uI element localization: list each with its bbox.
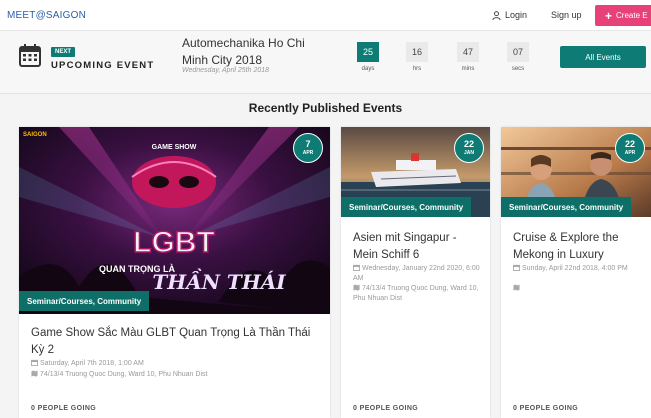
- event-address-text: 74/13/4 Truong Quoc Dung, Ward 10, Phu N…: [353, 285, 479, 302]
- countdown-minutes-value: 47: [457, 42, 479, 62]
- poster-big-text: LGBT: [133, 226, 215, 259]
- poster-show-text: GAME SHOW: [152, 144, 197, 151]
- people-going: 0 PEOPLE GOING: [513, 405, 579, 412]
- upcoming-event-label: UPCOMING EVENT: [51, 60, 155, 71]
- event-title[interactable]: Asien mit Singapur - Mein Schiff 6: [353, 230, 481, 264]
- countdown-hours-unit: hrs: [412, 66, 422, 72]
- map-icon: [31, 370, 38, 377]
- countdown-hours: 16 hrs: [406, 42, 428, 72]
- signup-link[interactable]: Sign up: [551, 10, 582, 20]
- upcoming-event-date: Wednesday, April 25th 2018: [182, 67, 270, 74]
- calendar-icon: [513, 264, 520, 271]
- top-nav: MEET@SAIGON Login Sign up + Create E: [0, 0, 651, 31]
- all-events-button[interactable]: All Events: [560, 46, 646, 68]
- event-date-text: Saturday, April 7th 2018, 1:00 AM: [40, 360, 144, 367]
- date-badge-day: 22: [624, 139, 635, 149]
- countdown-hours-value: 16: [406, 42, 428, 62]
- event-date: Sunday, April 22nd 2018, 4:00 PM: [513, 264, 645, 274]
- countdown-minutes-unit: mins: [461, 66, 475, 72]
- calendar-icon: [353, 264, 360, 271]
- upcoming-event-bar: NEXT UPCOMING EVENT Automechanika Ho Chi…: [0, 31, 651, 94]
- plus-icon: +: [605, 8, 613, 23]
- create-event-label: Create E: [616, 11, 648, 20]
- event-date: Wednesday, January 22nd 2020, 6:00 AM: [353, 264, 485, 284]
- people-going: 0 PEOPLE GOING: [31, 405, 97, 412]
- event-address: 74/13/4 Truong Quoc Dung, Ward 10, Phu N…: [353, 284, 485, 304]
- date-badge: 22 JAN: [454, 133, 484, 163]
- date-badge: 7 APR: [293, 133, 323, 163]
- countdown-seconds: 07 secs: [507, 42, 529, 72]
- category-tag[interactable]: Seminar/Courses, Community: [501, 197, 632, 217]
- category-tag[interactable]: Seminar/Courses, Community: [19, 291, 150, 311]
- calendar-icon: [31, 359, 38, 366]
- user-icon: [492, 10, 501, 20]
- game-show-poster: GAME SHOW LGBT QUAN TRỌNG LÀ THẦN THÁI S…: [19, 127, 330, 314]
- event-date-text: Wednesday, January 22nd 2020, 6:00 AM: [353, 265, 480, 282]
- create-event-button[interactable]: + Create E: [595, 5, 651, 26]
- event-card-2[interactable]: 22 JAN Seminar/Courses, Community Asien …: [341, 127, 490, 418]
- map-icon: [513, 284, 520, 291]
- event-image-1[interactable]: GAME SHOW LGBT QUAN TRỌNG LÀ THẦN THÁI S…: [19, 127, 330, 314]
- event-date-text: Sunday, April 22nd 2018, 4:00 PM: [522, 265, 628, 272]
- date-badge-month: JAN: [463, 150, 474, 156]
- event-card-3[interactable]: 22 APR Seminar/Courses, Community Cruise…: [501, 127, 651, 418]
- event-card-1[interactable]: GAME SHOW LGBT QUAN TRỌNG LÀ THẦN THÁI S…: [19, 127, 330, 418]
- upcoming-event-title[interactable]: Automechanika Ho Chi Minh City 2018: [182, 35, 322, 69]
- countdown-days: 25 days: [357, 42, 379, 72]
- countdown-minutes: 47 mins: [457, 42, 479, 72]
- event-title[interactable]: Cruise & Explore the Mekong in Luxury: [513, 230, 639, 264]
- poster-logo-text: SAIGON: [23, 132, 47, 138]
- event-address-text: 74/13/4 Truong Quoc Dung, Ward 10, Phu N…: [40, 371, 208, 378]
- section-title: Recently Published Events: [248, 101, 403, 115]
- date-badge-day: 22: [463, 139, 474, 149]
- category-tag[interactable]: Seminar/Courses, Community: [341, 197, 472, 217]
- countdown-seconds-unit: secs: [511, 66, 525, 72]
- event-title[interactable]: Game Show Sắc Màu GLBT Quan Trọng Là Thầ…: [31, 325, 321, 359]
- login-label: Login: [505, 10, 528, 20]
- calendar-icon: [19, 44, 41, 67]
- brand-logo[interactable]: MEET@SAIGON: [7, 10, 86, 21]
- date-badge-day: 7: [305, 139, 311, 149]
- date-badge: 22 APR: [615, 133, 645, 163]
- next-badge: NEXT: [51, 47, 76, 57]
- date-badge-month: APR: [624, 150, 636, 156]
- poster-script-text: THẦN THÁI: [152, 267, 286, 294]
- event-address: [513, 284, 645, 294]
- event-address: 74/13/4 Truong Quoc Dung, Ward 10, Phu N…: [31, 370, 207, 380]
- countdown-days-value: 25: [357, 42, 379, 62]
- login-link[interactable]: Login: [492, 10, 527, 20]
- countdown-days-unit: days: [361, 66, 375, 72]
- date-badge-month: APR: [302, 150, 314, 156]
- event-date: Saturday, April 7th 2018, 1:00 AM: [31, 359, 144, 369]
- countdown-seconds-value: 07: [507, 42, 529, 62]
- people-going: 0 PEOPLE GOING: [353, 405, 419, 412]
- map-icon: [353, 284, 360, 291]
